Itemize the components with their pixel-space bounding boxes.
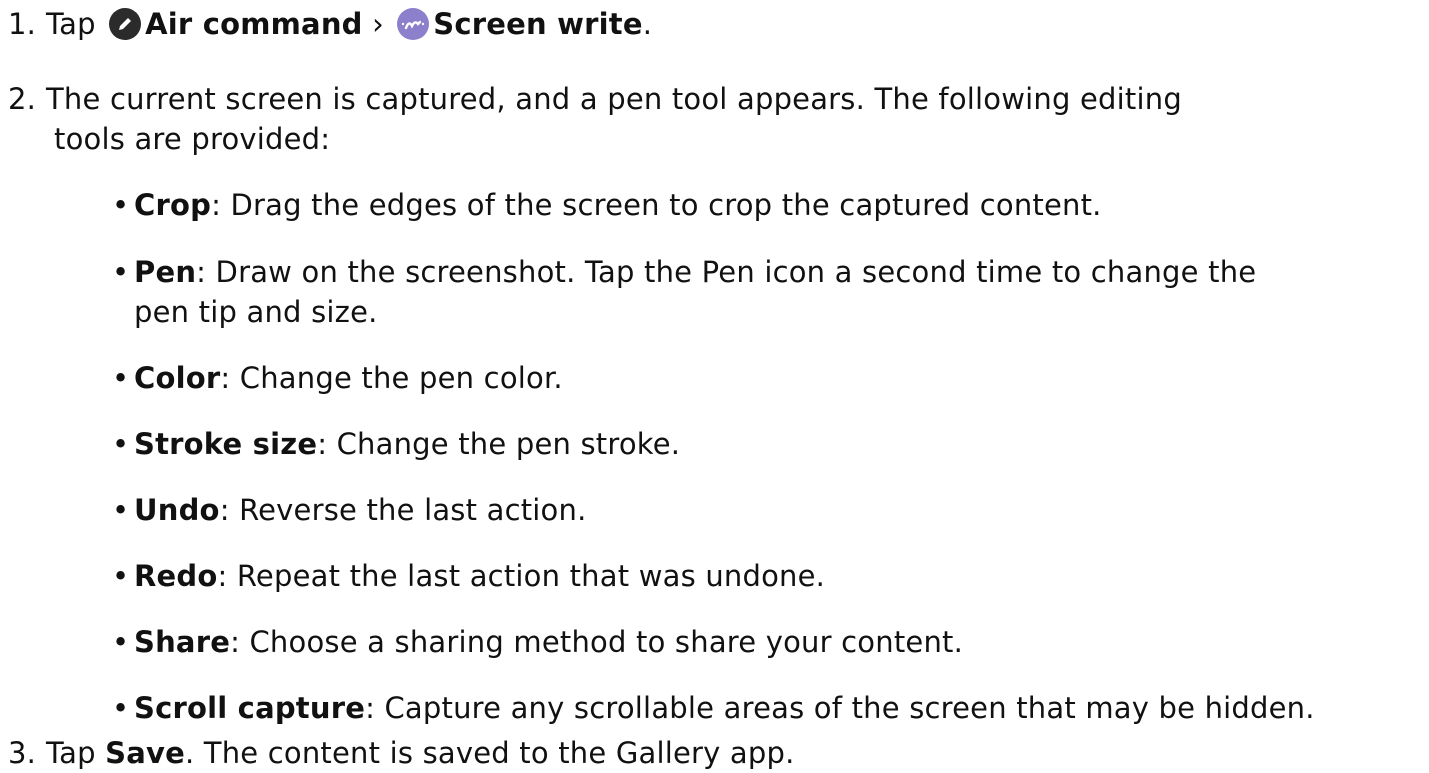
step-3: 3. Tap Save. The content is saved to the … xyxy=(0,733,795,773)
tool-desc: : Draw on the screenshot. Tap the Pen ic… xyxy=(196,255,1257,289)
tool-name: Undo xyxy=(134,493,220,527)
step-1-prefix: Tap xyxy=(46,7,96,41)
tool-name: Color xyxy=(134,361,221,395)
tool-desc: : Reverse the last action. xyxy=(219,493,587,527)
step-3-prefix: Tap xyxy=(46,736,106,770)
list-item: • Scroll capture: Capture any scrollable … xyxy=(112,688,1315,728)
step-3-suffix: . The content is saved to the Gallery ap… xyxy=(184,736,795,770)
list-item: • Color: Change the pen color. xyxy=(112,358,563,398)
bullet: • xyxy=(112,427,130,461)
separator: › xyxy=(372,7,384,41)
list-item: • Undo: Reverse the last action. xyxy=(112,490,586,530)
bullet: • xyxy=(112,255,130,289)
step-1-suffix: . xyxy=(642,7,653,41)
tool-desc: : Change the pen color. xyxy=(220,361,563,395)
bullet: • xyxy=(112,691,130,725)
list-item-continuation: pen tip and size. xyxy=(134,292,378,332)
tool-desc: : Capture any scrollable areas of the sc… xyxy=(365,691,1315,725)
tool-desc: : Change the pen stroke. xyxy=(317,427,681,461)
pen-icon xyxy=(109,8,142,40)
air-command-label: Air command xyxy=(145,7,363,41)
bullet: • xyxy=(112,188,130,222)
tool-name: Redo xyxy=(134,559,218,593)
save-label: Save xyxy=(105,736,185,770)
step-2-text: The current screen is captured, and a pe… xyxy=(46,82,1182,116)
step-number: 1. xyxy=(8,7,37,41)
tool-name: Share xyxy=(134,625,231,659)
bullet: • xyxy=(112,361,130,395)
tool-desc: : Drag the edges of the screen to crop t… xyxy=(211,188,1102,222)
bullet: • xyxy=(112,625,130,659)
tool-name: Stroke size xyxy=(134,427,318,461)
list-item: • Pen: Draw on the screenshot. Tap the Pe… xyxy=(112,252,1256,292)
tool-desc: : Choose a sharing method to share your … xyxy=(230,625,964,659)
list-item: • Redo: Repeat the last action that was u… xyxy=(112,556,825,596)
list-item: • Crop: Drag the edges of the screen to c… xyxy=(112,185,1102,225)
step-2-continuation: tools are provided: xyxy=(54,119,330,159)
screen-write-icon xyxy=(397,8,430,40)
tool-desc: : Repeat the last action that was undone… xyxy=(217,559,826,593)
tool-name: Pen xyxy=(134,255,197,289)
step-1: 1. Tap Air command › Screen write. xyxy=(0,4,652,44)
step-2-text-continued: tools are provided: xyxy=(54,122,331,156)
screen-write-label: Screen write xyxy=(433,7,643,41)
bullet: • xyxy=(112,559,130,593)
bullet: • xyxy=(112,493,130,527)
step-2: 2. The current screen is captured, and a … xyxy=(0,79,1182,119)
tool-name: Crop xyxy=(134,188,212,222)
tool-name: Scroll capture xyxy=(134,691,366,725)
list-item: • Stroke size: Change the pen stroke. xyxy=(112,424,680,464)
step-number: 2. xyxy=(8,82,37,116)
instructions-document: 1. Tap Air command › Screen write. 2. The … xyxy=(0,0,1429,772)
list-item: • Share: Choose a sharing method to share… xyxy=(112,622,963,662)
step-number: 3. xyxy=(8,736,37,770)
tool-desc-continued: pen tip and size. xyxy=(134,295,378,329)
